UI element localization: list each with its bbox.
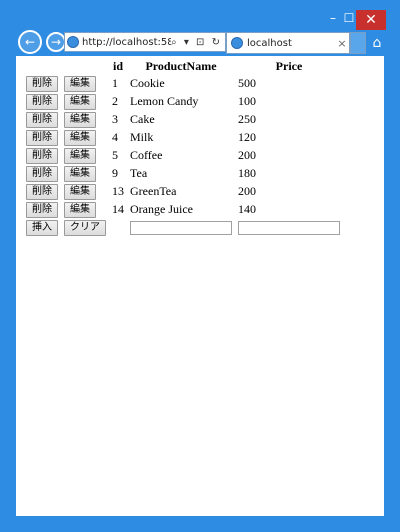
delete-button[interactable]: 削除 (26, 201, 58, 218)
product-name-input[interactable] (130, 220, 232, 235)
cell-productname: Coffee (130, 147, 163, 162)
forward-button[interactable]: → (46, 32, 66, 52)
address-bar[interactable]: http://localhost:58295/\ ⌕ ▾ ⊡ ↻ (64, 32, 226, 52)
ie-icon (67, 36, 79, 48)
insert-button[interactable]: 挿入 (26, 219, 58, 236)
navigation-bar: ← → http://localhost:58295/\ ⌕ ▾ ⊡ ↻ loc… (8, 30, 392, 56)
new-tab-button[interactable] (350, 32, 366, 54)
cell-id: 14 (112, 201, 124, 216)
cell-productname: Cake (130, 111, 155, 126)
product-table: id ProductName Price 削除 編集 1 Cookie 500 削除 編集 2… (22, 58, 344, 236)
table-row: 削除 編集 4 Milk 120 (24, 128, 342, 146)
delete-button[interactable]: 削除 (26, 75, 58, 92)
page-content: id ProductName Price 削除 編集 1 Cookie 500 削除 編集 2… (16, 56, 384, 516)
edit-button[interactable]: 編集 (64, 75, 96, 92)
header-edit (62, 58, 108, 74)
table-row: 削除 編集 3 Cake 250 (24, 110, 342, 128)
cell-id: 4 (112, 129, 118, 144)
tab-title: localhost (247, 37, 292, 49)
cell-price: 120 (238, 129, 256, 144)
cell-id: 3 (112, 111, 118, 126)
price-input[interactable] (238, 220, 340, 235)
header-delete (24, 58, 60, 74)
tab-localhost[interactable]: localhost × (226, 32, 350, 54)
cell-id: 5 (112, 147, 118, 162)
address-tools-icons[interactable]: ⌕ ▾ ⊡ ↻ (171, 37, 225, 48)
delete-button[interactable]: 削除 (26, 165, 58, 182)
cell-id: 1 (112, 75, 118, 90)
table-row: 削除 編集 14 Orange Juice 140 (24, 200, 342, 218)
delete-button[interactable]: 削除 (26, 129, 58, 146)
cell-price: 250 (238, 111, 256, 126)
edit-button[interactable]: 編集 (64, 165, 96, 182)
delete-button[interactable]: 削除 (26, 111, 58, 128)
cell-price: 140 (238, 201, 256, 216)
cell-productname: Lemon Candy (130, 93, 199, 108)
delete-button[interactable]: 削除 (26, 93, 58, 110)
edit-button[interactable]: 編集 (64, 129, 96, 146)
insert-row: 挿入 クリア (24, 218, 342, 236)
cell-id: 13 (112, 183, 124, 198)
table-row: 削除 編集 1 Cookie 500 (24, 74, 342, 92)
close-button[interactable]: ✕ (356, 10, 386, 30)
address-text: http://localhost:58295/\ (82, 36, 171, 48)
table-row: 削除 編集 5 Coffee 200 (24, 146, 342, 164)
header-id: id (112, 58, 123, 73)
cell-price: 200 (238, 183, 256, 198)
cell-id: 9 (112, 165, 118, 180)
header-productname: ProductName (145, 58, 217, 73)
cell-id: 2 (112, 93, 118, 108)
browser-window: – ☐ ✕ ← → http://localhost:58295/\ ⌕ ▾ ⊡… (0, 0, 400, 532)
cell-price: 500 (238, 75, 256, 90)
table-row: 削除 編集 2 Lemon Candy 100 (24, 92, 342, 110)
home-icon[interactable]: ⌂ (366, 32, 388, 54)
delete-button[interactable]: 削除 (26, 147, 58, 164)
tab-close-icon[interactable]: × (335, 37, 349, 50)
edit-button[interactable]: 編集 (64, 93, 96, 110)
title-bar: – ☐ ✕ (0, 0, 400, 30)
header-price: Price (275, 58, 303, 73)
edit-button[interactable]: 編集 (64, 183, 96, 200)
cell-price: 200 (238, 147, 256, 162)
cell-productname: GreenTea (130, 183, 177, 198)
cell-price: 100 (238, 93, 256, 108)
ie-icon (231, 37, 243, 49)
delete-button[interactable]: 削除 (26, 183, 58, 200)
table-header-row: id ProductName Price (24, 58, 342, 74)
edit-button[interactable]: 編集 (64, 201, 96, 218)
cell-productname: Orange Juice (130, 201, 193, 216)
table-row: 削除 編集 9 Tea 180 (24, 164, 342, 182)
back-button[interactable]: ← (18, 30, 42, 54)
cell-productname: Tea (130, 165, 148, 180)
cell-price: 180 (238, 165, 256, 180)
table-row: 削除 編集 13 GreenTea 200 (24, 182, 342, 200)
edit-button[interactable]: 編集 (64, 111, 96, 128)
cell-productname: Milk (130, 129, 154, 144)
cell-productname: Cookie (130, 75, 165, 90)
clear-button[interactable]: クリア (64, 219, 106, 236)
edit-button[interactable]: 編集 (64, 147, 96, 164)
